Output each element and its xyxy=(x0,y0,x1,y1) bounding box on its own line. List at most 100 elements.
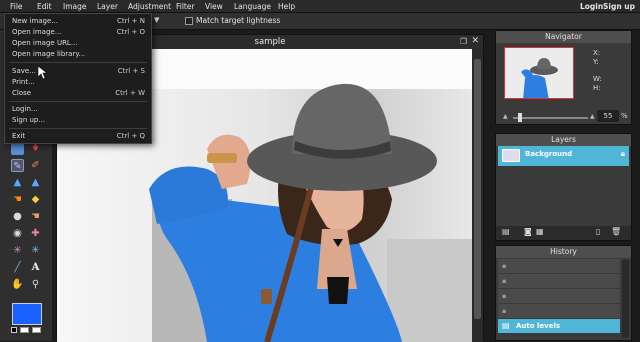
navigator-y-label: Y: xyxy=(593,58,599,66)
match-lightness-checkbox[interactable] xyxy=(185,17,193,25)
close-window-icon[interactable]: ✕ xyxy=(471,36,479,46)
menu-file[interactable]: File xyxy=(10,2,23,11)
menu-help[interactable]: Help xyxy=(278,2,295,11)
zoom-in-icon[interactable]: ▲ xyxy=(590,113,595,120)
menu-item-shortcut: Ctrl + W xyxy=(115,89,145,97)
burn-tool-icon[interactable]: ☚ xyxy=(29,210,42,223)
zoom-slider[interactable] xyxy=(513,113,588,122)
layer-name: Background xyxy=(525,150,573,158)
sponge-tool-icon[interactable]: ◆ xyxy=(29,193,42,206)
spot-heal-tool-icon[interactable]: ✚ xyxy=(29,227,42,240)
menu-item-label: Login... xyxy=(12,105,38,113)
navigator-h-label: H: xyxy=(593,84,601,92)
signup-link[interactable]: Sign up xyxy=(603,2,635,11)
history-item[interactable]: ▪ xyxy=(498,274,620,288)
history-scrollbar[interactable] xyxy=(622,260,629,338)
layer-style-icon[interactable]: ▦ xyxy=(536,227,544,236)
menu-item-print[interactable]: Print... xyxy=(5,77,151,88)
bloat-tool-icon[interactable]: ✳ xyxy=(11,244,24,257)
new-layer-icon[interactable]: ▯ xyxy=(596,227,600,236)
navigator-panel: Navigator X: Y: W: H: ▲ ▲ 55 % xyxy=(495,30,632,125)
swatch-swap-icon[interactable] xyxy=(32,327,41,333)
history-title: History xyxy=(496,246,631,258)
zoom-tool-icon[interactable]: ⚲ xyxy=(29,278,42,291)
smudge-tool-icon[interactable]: ☚ xyxy=(11,193,24,206)
navigator-thumbnail-image xyxy=(505,48,573,98)
navigator-x-label: X: xyxy=(593,49,601,57)
menu-separator xyxy=(9,128,147,129)
layer-row-background[interactable]: Background 🔒︎ xyxy=(498,146,629,166)
background-color-swatch[interactable] xyxy=(20,327,29,333)
zoom-value-field[interactable]: 55 xyxy=(597,110,619,122)
menu-item-open-image-url[interactable]: Open image URL... xyxy=(5,38,151,49)
menu-item-shortcut: Ctrl + O xyxy=(116,28,145,36)
history-item-current[interactable]: ▤ Auto levels xyxy=(498,319,620,333)
menu-item-label: Exit xyxy=(12,132,26,140)
menu-item-label: New image... xyxy=(12,17,58,25)
menu-item-save[interactable]: Save... Ctrl + S xyxy=(5,66,151,77)
history-item[interactable]: ▪ xyxy=(498,259,620,273)
history-current-label: Auto levels xyxy=(516,322,561,330)
menu-item-label: Save... xyxy=(12,67,36,75)
sharpen-tool-icon[interactable]: ▲ xyxy=(29,176,42,189)
history-step-icon: ▤ xyxy=(502,321,510,330)
menu-item-sign-up[interactable]: Sign up... xyxy=(5,115,151,126)
menu-item-label: Sign up... xyxy=(12,116,46,124)
menu-layer[interactable]: Layer xyxy=(97,2,118,11)
menu-item-open-image-library[interactable]: Open image library... xyxy=(5,49,151,60)
menu-image[interactable]: Image xyxy=(63,2,87,11)
foreground-color-swatch[interactable] xyxy=(12,303,42,325)
menu-item-new-image[interactable]: New image... Ctrl + N xyxy=(5,16,151,27)
mouse-cursor-icon xyxy=(38,66,47,80)
navigator-thumbnail[interactable] xyxy=(504,47,574,99)
swatch-reset-icon[interactable] xyxy=(11,327,17,333)
menu-item-label: Print... xyxy=(12,78,35,86)
menu-filter[interactable]: Filter xyxy=(176,2,195,11)
layer-mask-icon[interactable]: ◙ xyxy=(524,227,532,236)
navigator-w-label: W: xyxy=(593,75,602,83)
menu-item-close[interactable]: Close Ctrl + W xyxy=(5,88,151,99)
layer-thumbnail xyxy=(502,149,520,162)
menu-item-label: Close xyxy=(12,89,32,97)
canvas-vertical-scrollbar[interactable] xyxy=(472,49,483,342)
navigator-title: Navigator xyxy=(496,31,631,43)
menu-item-exit[interactable]: Exit Ctrl + Q xyxy=(5,131,151,142)
menu-item-open-image[interactable]: Open image... Ctrl + O xyxy=(5,27,151,38)
menu-bar: File Edit Image Layer Adjustment Filter … xyxy=(0,0,640,13)
menu-item-login[interactable]: Login... xyxy=(5,104,151,115)
color-picker-tool-icon[interactable]: ╱ xyxy=(11,261,24,274)
zoom-out-icon[interactable]: ▲ xyxy=(503,113,508,120)
history-panel: History ▪ ▪ ▪ ▪ ▤ Auto levels xyxy=(495,245,632,341)
color-replace-tool-icon[interactable]: ✎ xyxy=(11,159,24,172)
menu-adjustment[interactable]: Adjustment xyxy=(128,2,171,11)
red-eye-tool-icon[interactable]: ◉ xyxy=(11,227,24,240)
match-lightness-label: Match target lightness xyxy=(196,16,281,25)
delete-layer-icon[interactable]: 🗑︎ xyxy=(611,227,621,236)
restore-window-icon[interactable]: ❐ xyxy=(460,37,467,46)
login-link[interactable]: Login xyxy=(580,2,603,11)
menu-separator xyxy=(9,62,147,63)
hand-tool-icon[interactable]: ✋ xyxy=(11,278,24,291)
layers-toolbar: ▤ ◙ ▦ ▯ 🗑︎ xyxy=(496,226,631,240)
menu-edit[interactable]: Edit xyxy=(37,2,52,11)
menu-view[interactable]: View xyxy=(205,2,223,11)
history-item[interactable]: ▪ xyxy=(498,304,620,318)
layer-settings-icon[interactable]: ▤ xyxy=(502,227,510,236)
options-dropdown-arrow-icon[interactable]: ▼ xyxy=(154,16,159,24)
history-item[interactable]: ▪ xyxy=(498,289,620,303)
pencil-tool-icon[interactable]: ✐ xyxy=(29,159,42,172)
menu-separator xyxy=(9,101,147,102)
dodge-tool-icon[interactable]: ● xyxy=(11,210,24,223)
pinch-tool-icon[interactable]: ✳ xyxy=(29,244,42,257)
menu-item-label: Open image URL... xyxy=(12,39,78,47)
layers-panel: Layers Background 🔒︎ ▤ ◙ ▦ ▯ 🗑︎ xyxy=(495,133,632,241)
zoom-slider-handle[interactable] xyxy=(518,113,522,122)
menu-item-label: Open image library... xyxy=(12,50,86,58)
zoom-unit-label: % xyxy=(621,112,628,120)
menu-language[interactable]: Language xyxy=(234,2,271,11)
type-tool-icon[interactable]: A xyxy=(29,261,42,274)
layers-title: Layers xyxy=(496,134,631,146)
scrollbar-thumb[interactable] xyxy=(474,59,481,319)
drop-tool-icon[interactable]: ▲ xyxy=(11,176,24,189)
file-menu-dropdown: New image... Ctrl + N Open image... Ctrl +… xyxy=(4,13,152,144)
